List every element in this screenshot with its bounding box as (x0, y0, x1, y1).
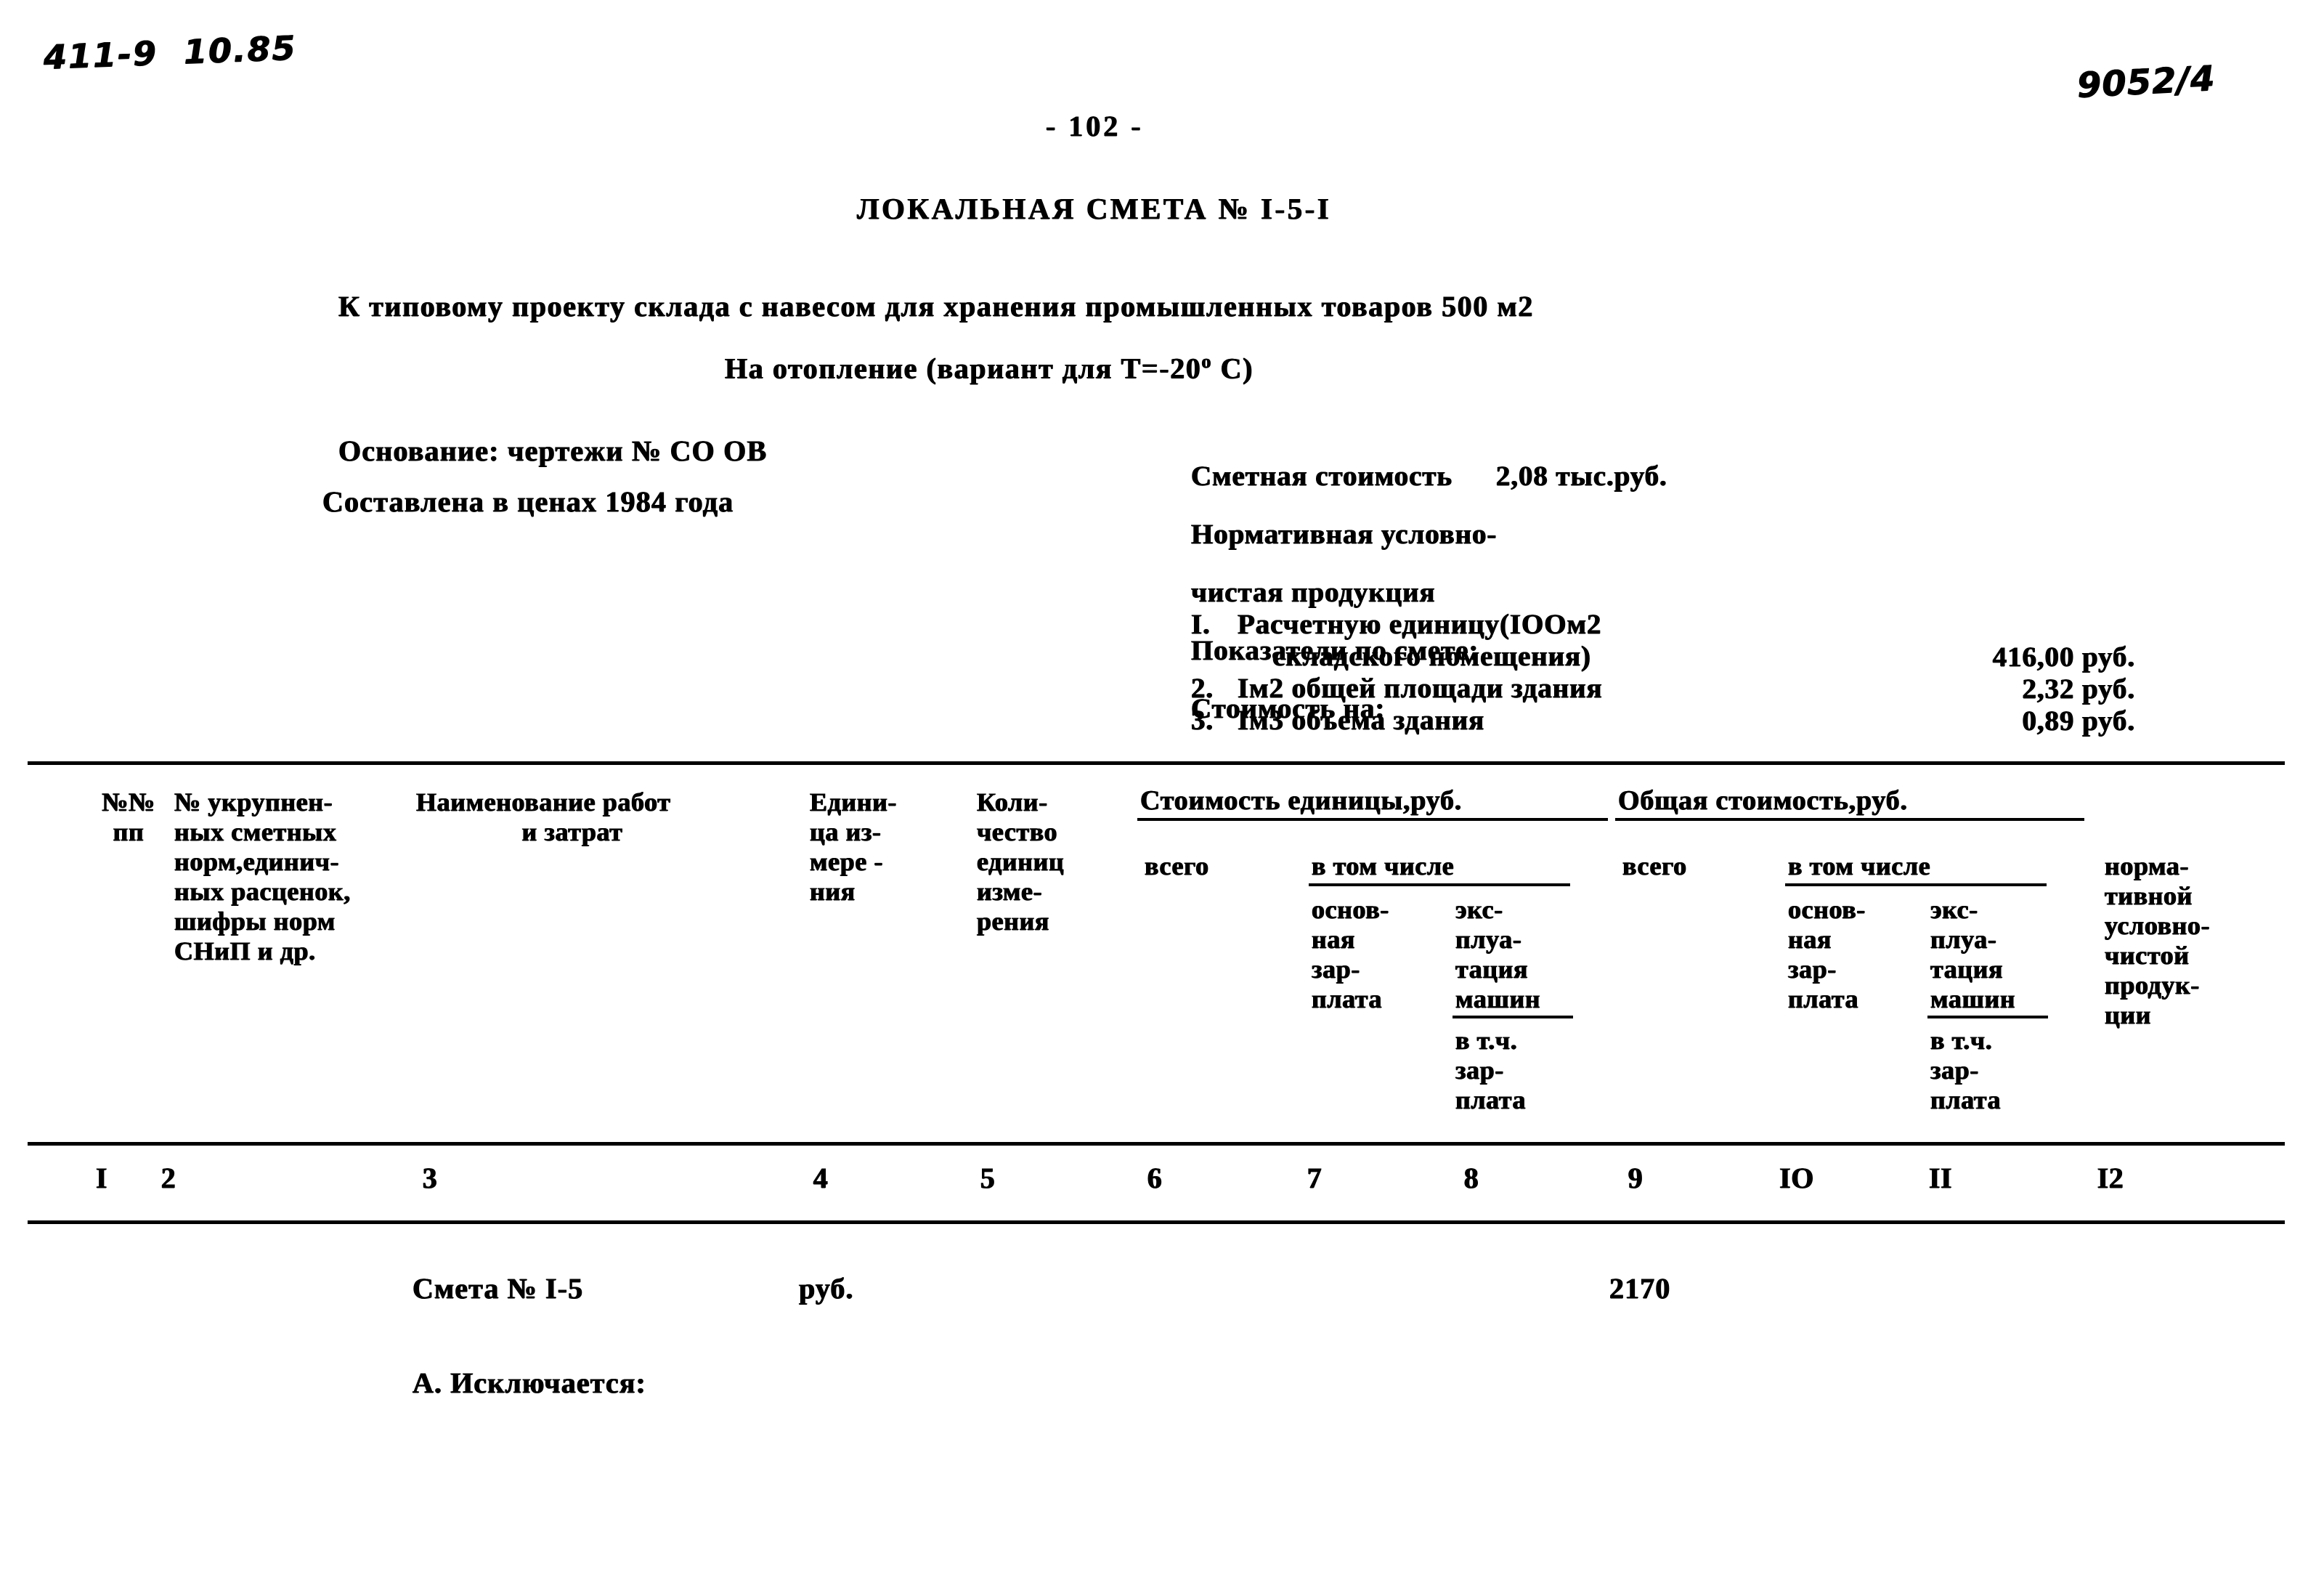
table-header-col-3-line-1: Наименование работ (416, 787, 671, 817)
table-header-unit-among: в том числе (1312, 851, 1455, 880)
subtitle-heating: На отопление (вариант для Т=-20о С) (725, 351, 1254, 385)
summary-normative-line-1: Нормативная условно- (1191, 519, 1498, 550)
table-header-group-total-cost-underline (1615, 818, 2084, 821)
table-header-col-2: № укрупнен- ных сметных норм,единич- ных… (174, 787, 351, 965)
table-header-unit-machines-underline (1452, 1016, 1573, 1018)
table-row-1-col-4: руб. (799, 1272, 854, 1305)
table-column-number-8: 8 (1463, 1162, 1479, 1194)
summary-item-3-number: 3. (1191, 705, 1214, 736)
summary-item-2-value: 2,32 руб. (2022, 673, 2135, 705)
table-column-number-2: 2 (161, 1162, 176, 1194)
table-header-col-3-line-2: и затрат (521, 817, 623, 846)
table-header-col-5: Коли- чество единиц изме- рения (977, 787, 1065, 936)
summary-item-2-text-1: Iм2 общей площади здания (1238, 673, 1603, 704)
subtitle-degree-symbol: о (1201, 351, 1213, 372)
table-header-unit-among-underline (1309, 883, 1570, 886)
table-header-unit-machines: экс- плуа- тация машин (1455, 895, 1541, 1013)
table-header-total-wage: основ- ная зар- плата (1788, 895, 1866, 1013)
table-column-number-4: 4 (813, 1162, 829, 1194)
summary-estimate-cost-label: Сметная стоимость (1191, 461, 1452, 492)
table-header-group-total-cost: Общая стоимость,руб. (1618, 785, 1908, 816)
table-column-number-6: 6 (1147, 1162, 1163, 1194)
table-header-total-machines-sub: в т.ч. зар- плата (1930, 1026, 2002, 1114)
table-row-1-col-9: 2170 (1609, 1272, 1671, 1305)
handwritten-annotation-top-right: 9052/4 (2076, 58, 2217, 106)
table-column-number-12: I2 (2097, 1162, 2124, 1194)
table-header-unit-wage: основ- ная зар- плата (1312, 895, 1389, 1013)
table-column-number-9: 9 (1628, 1162, 1644, 1194)
table-colnum-top-rule (28, 1142, 2285, 1146)
table-header-unit-machines-sub: в т.ч. зар- плата (1455, 1026, 1527, 1114)
summary-item-1-number: I. (1191, 609, 1211, 640)
table-header-col-1: №№ пп (102, 787, 155, 846)
summary-item-2-number: 2. (1191, 673, 1214, 704)
handwritten-annotation-top-left: 411-9 10.85 (42, 28, 298, 77)
document-title: ЛОКАЛЬНАЯ СМЕТА № I-5-I (857, 192, 1332, 225)
table-header-col-4: Едини- ца из- мере - ния (810, 787, 898, 906)
summary-item-3-text-1: Iм3 объема здания (1238, 705, 1485, 736)
subtitle-heating-tail: С) (1212, 352, 1254, 385)
table-column-number-3: 3 (422, 1162, 438, 1194)
table-row-1-col-2: Смета № I-5 (413, 1272, 584, 1305)
table-header-total-among-underline (1785, 883, 2047, 886)
summary-item-1-text-2: складского помещения) (1272, 641, 1591, 672)
prices-line: Составлена в ценах 1984 года (322, 485, 734, 518)
table-column-number-10: IO (1779, 1162, 1814, 1194)
summary-normative-line-2: чистая продукция (1191, 577, 1436, 608)
table-column-number-11: II (1928, 1162, 1953, 1194)
subtitle-heating-main: На отопление (вариант для Т=-20 (725, 352, 1202, 385)
table-header-unit-total: всего (1145, 851, 1209, 880)
table-row-2-col-2: А. Исключается: (413, 1366, 646, 1399)
summary-item-3-value: 0,89 руб. (2022, 705, 2135, 737)
table-header-col-12: норма- тивной условно- чистой продук- ци… (2105, 851, 2211, 1029)
table-header-group-unit-cost: Стоимость единицы,руб. (1140, 785, 1463, 816)
subtitle-project: К типовому проекту склада с навесом для … (338, 290, 1534, 323)
table-column-number-1: I (95, 1162, 108, 1194)
table-top-border (28, 761, 2285, 765)
table-colnum-bottom-rule (28, 1220, 2285, 1224)
table-column-number-7: 7 (1307, 1162, 1323, 1194)
summary-estimate-cost-value: 2,08 тыс.руб. (1495, 461, 1667, 492)
table-column-number-5: 5 (980, 1162, 996, 1194)
page-number: - 102 - (1046, 110, 1144, 142)
table-header-total-machines: экс- плуа- тация машин (1930, 895, 2016, 1013)
basis-line: Основание: чертежи № СО ОВ (338, 434, 768, 467)
table-header-group-unit-cost-underline (1137, 818, 1608, 821)
summary-estimate-cost: Сметная стоимость 2,08 тыс.руб. (1191, 461, 1667, 493)
table-header-total-total: всего (1622, 851, 1687, 880)
table-header-total-machines-underline (1927, 1016, 2048, 1018)
table-header-total-among: в том числе (1788, 851, 1931, 880)
summary-item-1-text-1: Расчетную единицу(IOOм2 (1238, 609, 1602, 640)
summary-item-1-value: 416,00 руб. (1992, 641, 2135, 673)
document-page: 411-9 10.85 9052/4 - 102 - ЛОКАЛЬНАЯ СМЕ… (0, 0, 2324, 1596)
